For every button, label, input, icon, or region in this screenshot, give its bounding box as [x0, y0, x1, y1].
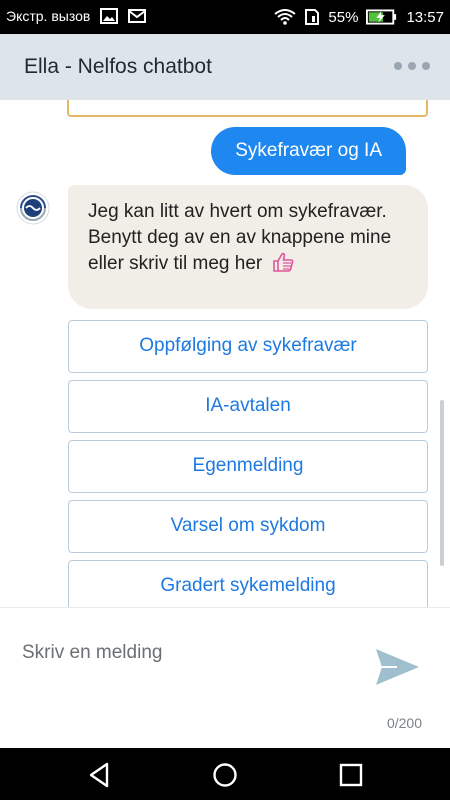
thumbs-up-icon	[272, 252, 293, 272]
chat-area[interactable]: Sykefravær og IA Jeg kan litt av hvert o…	[0, 100, 450, 607]
back-icon[interactable]	[87, 762, 113, 788]
status-left: Экстр. вызов	[6, 8, 147, 24]
more-dots-icon	[394, 62, 402, 70]
chat-scrollbar[interactable]	[440, 400, 444, 566]
carrier-label: Экстр. вызов	[6, 8, 91, 24]
more-dots-icon	[422, 62, 430, 70]
character-counter: 0/200	[386, 715, 422, 731]
sim-icon	[305, 9, 320, 25]
page-title: Ella - Nelfos chatbot	[24, 55, 212, 78]
more-options-button[interactable]	[394, 58, 430, 74]
mail-icon	[128, 9, 147, 23]
quick-reply-varsel[interactable]: Varsel om sykdom	[68, 500, 428, 553]
quick-reply-oppfolging[interactable]: Oppfølging av sykefravær	[68, 320, 428, 373]
home-icon[interactable]	[212, 762, 238, 788]
user-message: Sykefravær og IA	[211, 127, 406, 175]
battery-percent: 55%	[328, 8, 359, 26]
clock: 13:57	[406, 8, 444, 26]
wifi-icon	[274, 9, 297, 25]
message-composer: 0/200	[0, 607, 450, 748]
bot-message-text: Jeg kan litt av hvert om sykefravær. Ben…	[88, 201, 392, 274]
app-header: Ella - Nelfos chatbot	[0, 34, 450, 100]
more-dots-icon	[408, 62, 416, 70]
recents-icon[interactable]	[338, 762, 364, 788]
system-nav-bar	[0, 748, 450, 800]
status-right: 55% 13:57	[274, 8, 444, 26]
send-icon[interactable]	[373, 646, 421, 688]
quick-reply-ia-avtalen[interactable]: IA-avtalen	[68, 380, 428, 433]
previous-card-edge	[67, 100, 428, 117]
bot-message: Jeg kan litt av hvert om sykefravær. Ben…	[68, 185, 428, 309]
image-icon	[100, 8, 119, 24]
battery-charging-icon	[366, 9, 397, 25]
quick-reply-gradert[interactable]: Gradert sykemelding	[68, 560, 428, 607]
status-bar: Экстр. вызов 55% 13:57	[0, 0, 450, 34]
quick-replies: Oppfølging av sykefravær IA-avtalen Egen…	[68, 320, 428, 607]
message-input[interactable]	[22, 638, 352, 668]
quick-reply-egenmelding[interactable]: Egenmelding	[68, 440, 428, 493]
bot-avatar-icon	[16, 191, 50, 225]
